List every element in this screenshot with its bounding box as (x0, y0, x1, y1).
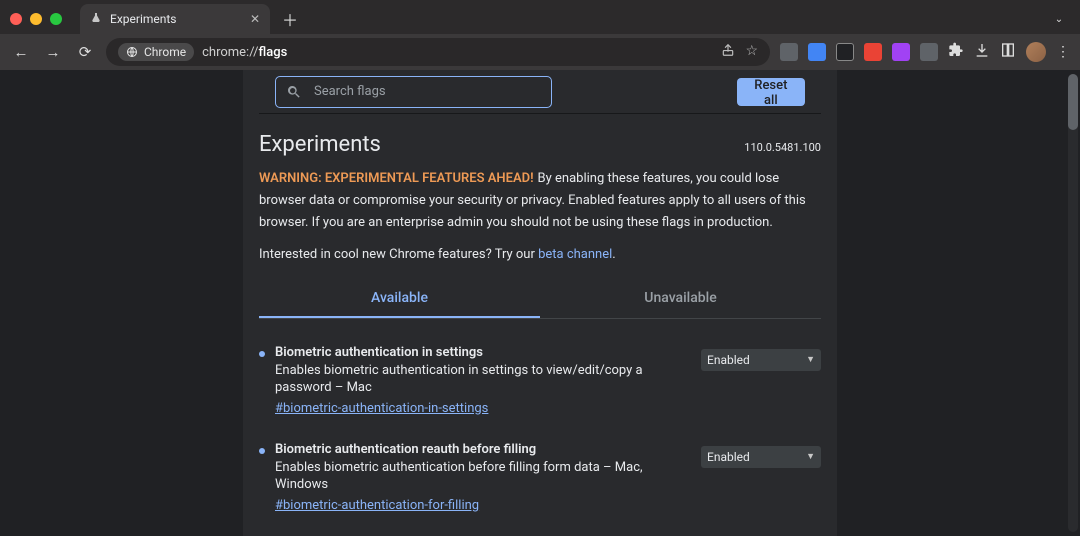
maximize-window-button[interactable] (50, 13, 62, 25)
chevron-down-icon: ▼ (806, 354, 815, 365)
window-controls (10, 13, 62, 25)
extension-icon-2[interactable] (808, 43, 826, 61)
downloads-icon[interactable] (974, 42, 990, 62)
reading-list-icon[interactable] (1000, 42, 1016, 62)
chevron-down-icon: ▼ (806, 451, 815, 462)
flag-item: Biometric authentication reauth before f… (259, 442, 821, 513)
close-tab-button[interactable]: ✕ (250, 12, 260, 26)
bookmark-star-icon[interactable]: ☆ (745, 43, 758, 61)
flag-anchor[interactable]: #biometric-authentication-in-settings (275, 401, 488, 416)
reload-button[interactable]: ⟳ (74, 43, 96, 61)
minimize-window-button[interactable] (30, 13, 42, 25)
beta-channel-paragraph: Interested in cool new Chrome features? … (259, 247, 821, 262)
flag-item: Biometric authentication in settings Ena… (259, 345, 821, 416)
flags-tabs: Available Unavailable (259, 280, 821, 319)
flag-title: Biometric authentication in settings (275, 345, 677, 360)
flag-anchor[interactable]: #biometric-authentication-for-filling (275, 498, 479, 513)
extension-icons: ⋮ (780, 42, 1070, 62)
flags-panel: Reset all Experiments 110.0.5481.100 WAR… (243, 70, 837, 536)
scrollbar-track[interactable] (1068, 74, 1078, 532)
tab-unavailable[interactable]: Unavailable (540, 280, 821, 318)
search-row: Reset all (259, 70, 821, 114)
omnibox[interactable]: Chrome chrome://flags ☆ (106, 38, 770, 66)
extension-icon-6[interactable] (920, 43, 938, 61)
modified-dot-icon (259, 448, 265, 454)
flag-desc: Enables biometric authentication in sett… (275, 362, 677, 397)
flag-state-value: Enabled (707, 450, 750, 464)
chrome-version: 110.0.5481.100 (744, 141, 821, 154)
search-flags-box[interactable] (275, 76, 552, 108)
flag-state-value: Enabled (707, 353, 750, 367)
flag-desc: Enables biometric authentication before … (275, 459, 677, 494)
modified-dot-icon (259, 351, 265, 357)
omnibox-url: chrome://flags (202, 45, 287, 60)
extension-icon-5[interactable] (892, 43, 910, 61)
reset-all-button[interactable]: Reset all (737, 78, 805, 106)
tab-available[interactable]: Available (259, 280, 540, 318)
extension-icon-4[interactable] (864, 43, 882, 61)
search-icon (286, 84, 302, 100)
scrollbar-thumb[interactable] (1068, 74, 1078, 130)
close-window-button[interactable] (10, 13, 22, 25)
new-tab-button[interactable]: ＋ (278, 7, 302, 31)
tab-strip: Experiments ✕ ＋ ⌄ (0, 0, 1080, 34)
flask-icon (90, 12, 102, 27)
site-info-pill[interactable]: Chrome (118, 43, 194, 61)
profile-avatar[interactable] (1026, 42, 1046, 62)
browser-tab-experiments[interactable]: Experiments ✕ (80, 4, 270, 34)
back-button[interactable]: ← (10, 43, 32, 61)
page-title: Experiments (259, 132, 381, 157)
search-flags-input[interactable] (312, 83, 541, 100)
forward-button[interactable]: → (42, 43, 64, 61)
share-page-icon[interactable] (721, 43, 735, 61)
extensions-puzzle-icon[interactable] (948, 42, 964, 62)
tab-overflow-button[interactable]: ⌄ (1048, 8, 1070, 30)
extension-icon-3[interactable] (836, 43, 854, 61)
browser-tab-title: Experiments (110, 12, 177, 26)
beta-channel-link[interactable]: beta channel (538, 247, 612, 262)
extension-icon-1[interactable] (780, 43, 798, 61)
chrome-menu-button[interactable]: ⋮ (1056, 44, 1070, 60)
flag-state-select[interactable]: Enabled ▼ (701, 349, 821, 371)
flag-state-select[interactable]: Enabled ▼ (701, 446, 821, 468)
site-info-label: Chrome (144, 45, 186, 59)
page-viewport: Reset all Experiments 110.0.5481.100 WAR… (0, 70, 1080, 536)
warning-label: WARNING: EXPERIMENTAL FEATURES AHEAD! (259, 171, 534, 186)
flag-title: Biometric authentication reauth before f… (275, 442, 677, 457)
browser-toolbar: ← → ⟳ Chrome chrome://flags ☆ (0, 34, 1080, 70)
